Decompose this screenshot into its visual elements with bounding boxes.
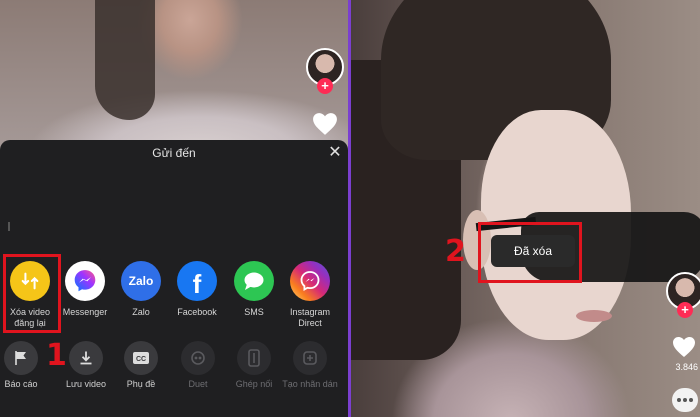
svg-text:CC: CC [136, 356, 146, 363]
share-facebook-button[interactable]: f Facebook [168, 261, 226, 318]
share-sheet: Gửi đến ✕ Xóa video đăng lại Messenger Z… [0, 140, 348, 417]
action-label-report: Báo cáo [4, 379, 38, 389]
instagram-direct-icon [290, 261, 330, 301]
share-instagram-direct-button[interactable]: Instagram Direct [281, 261, 339, 329]
action-duet-button[interactable]: Duet [169, 341, 227, 390]
action-report-button[interactable]: Báo cáo [0, 341, 50, 390]
action-sticker-button[interactable]: Tạo nhãn dán [281, 341, 339, 390]
left-screenshot: + Gửi đến ✕ Xóa video đăng lại Messenger… [0, 0, 348, 417]
step-number-2: 2 [445, 234, 466, 269]
follow-plus-icon[interactable]: + [317, 78, 333, 94]
share-messenger-button[interactable]: Messenger [56, 261, 114, 318]
zalo-icon: Zalo [121, 261, 161, 301]
share-label-facebook: Facebook [177, 307, 217, 317]
captions-icon: CC [124, 341, 158, 375]
action-label-save-video: Lưu video [65, 379, 107, 389]
share-sheet-title: Gửi đến [152, 146, 196, 160]
action-captions-button[interactable]: CC Phụ đề [112, 341, 170, 390]
share-label-zalo: Zalo [132, 307, 150, 317]
stitch-icon [237, 341, 271, 375]
action-stitch-button[interactable]: Ghép nối [225, 341, 283, 390]
like-heart-icon-right[interactable] [672, 336, 696, 358]
highlight-box-step2 [478, 222, 582, 283]
sticker-icon [293, 341, 327, 375]
sms-icon [234, 261, 274, 301]
share-zalo-button[interactable]: Zalo Zalo [112, 261, 170, 318]
download-icon [69, 341, 103, 375]
facebook-icon: f [177, 261, 217, 301]
share-label-sms: SMS [244, 307, 264, 317]
like-count: 3.846 [675, 362, 698, 372]
comment-icon[interactable] [672, 388, 698, 412]
action-label-captions: Phụ đề [126, 379, 156, 389]
video-subject [95, 0, 155, 120]
follow-plus-icon-right[interactable]: + [677, 302, 693, 318]
video-subject-lips [576, 310, 612, 322]
share-label-messenger: Messenger [62, 307, 108, 317]
duet-icon [181, 341, 215, 375]
step-number-1: 1 [46, 338, 67, 373]
flag-icon [4, 341, 38, 375]
share-sms-button[interactable]: SMS [225, 261, 283, 318]
action-label-duet: Duet [188, 379, 208, 389]
highlight-box-step1 [3, 254, 61, 333]
video-background [0, 0, 348, 150]
close-icon[interactable]: ✕ [328, 145, 342, 161]
action-label-sticker: Tạo nhãn dán [282, 379, 338, 389]
share-label-instagram-direct: Instagram Direct [289, 307, 331, 328]
action-label-stitch: Ghép nối [235, 379, 273, 389]
like-heart-icon[interactable] [312, 112, 338, 136]
divider [8, 222, 10, 231]
right-screenshot: Đã xóa 2 + 3.846 [351, 0, 700, 417]
messenger-icon [65, 261, 105, 301]
